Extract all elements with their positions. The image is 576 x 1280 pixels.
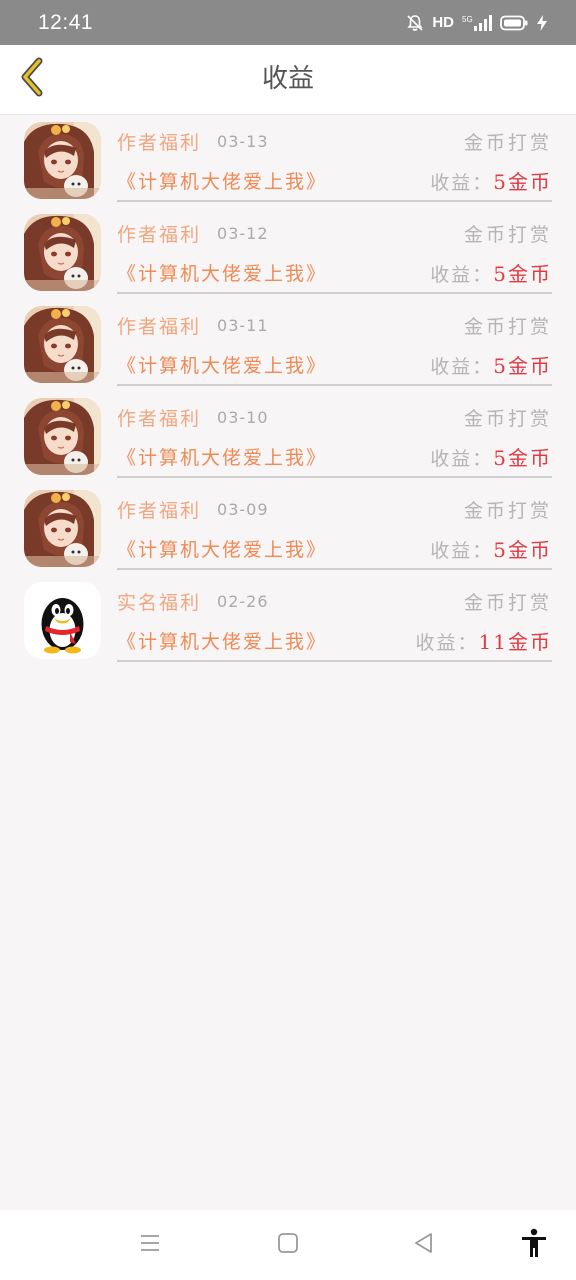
reward-type: 金币打赏 (463, 591, 552, 614)
list-item-content: 实名福利 02-26 金币打赏 《计算机大佬爱上我》 收益： 11金币 (117, 574, 552, 662)
navigation-bar (0, 1210, 576, 1280)
income-amount: 5金币 (493, 169, 552, 194)
date: 03-09 (217, 499, 269, 519)
back-nav-button[interactable] (407, 1228, 441, 1262)
list-item-content: 作者福利 03-12 金币打赏 《计算机大佬爱上我》 收益： 5金币 (117, 206, 552, 294)
anime-girl-avatar (24, 490, 101, 567)
list-item[interactable]: 实名福利 02-26 金币打赏 《计算机大佬爱上我》 收益： 11金币 (0, 574, 576, 666)
reward-type: 金币打赏 (463, 315, 552, 338)
list-item-content: 作者福利 03-09 金币打赏 《计算机大佬爱上我》 收益： 5金币 (117, 482, 552, 570)
income-label: 收益： (430, 447, 494, 470)
benefit-type: 实名福利 (117, 591, 202, 614)
income-label: 收益： (430, 171, 494, 194)
list-item[interactable]: 作者福利 03-10 金币打赏 《计算机大佬爱上我》 收益： 5金币 (0, 390, 576, 482)
benefit-type: 作者福利 (117, 315, 202, 338)
status-time: 12:41 (38, 10, 94, 34)
anime-girl-avatar (24, 122, 101, 199)
page-title: 收益 (261, 64, 314, 94)
menu-button[interactable] (133, 1228, 167, 1262)
income-amount: 5金币 (493, 445, 552, 470)
avatar (24, 214, 101, 291)
income-amount: 5金币 (493, 537, 552, 562)
list-item-content: 作者福利 03-13 金币打赏 《计算机大佬爱上我》 收益： 5金币 (117, 114, 552, 202)
avatar (24, 582, 101, 659)
bell-mute-icon (406, 14, 424, 32)
income-amount: 5金币 (493, 353, 552, 378)
status-icons: HD 5G (406, 14, 548, 32)
list-item[interactable]: 作者福利 03-11 金币打赏 《计算机大佬爱上我》 收益： 5金币 (0, 298, 576, 390)
reward-type: 金币打赏 (463, 499, 552, 522)
income-label: 收益： (430, 355, 494, 378)
date: 03-11 (217, 315, 269, 335)
anime-girl-avatar (24, 306, 101, 383)
status-bar: 12:41 HD 5G (0, 0, 576, 45)
list-item-content: 作者福利 03-11 金币打赏 《计算机大佬爱上我》 收益： 5金币 (117, 298, 552, 386)
book-title: 《计算机大佬爱上我》 (117, 446, 328, 469)
reward-type: 金币打赏 (463, 407, 552, 430)
list-item-content: 作者福利 03-10 金币打赏 《计算机大佬爱上我》 收益： 5金币 (117, 390, 552, 478)
anime-girl-avatar (24, 214, 101, 291)
date: 03-13 (217, 131, 269, 151)
avatar (24, 306, 101, 383)
book-title: 《计算机大佬爱上我》 (117, 354, 328, 377)
book-title: 《计算机大佬爱上我》 (117, 262, 328, 285)
avatar (24, 122, 101, 199)
accessibility-icon (520, 1228, 548, 1262)
date: 03-10 (217, 407, 269, 427)
home-button[interactable] (271, 1228, 305, 1262)
battery-icon (500, 15, 528, 31)
income-amount: 11金币 (478, 629, 552, 654)
home-icon (276, 1231, 300, 1259)
accessibility-button[interactable] (517, 1228, 551, 1262)
income-label: 收益： (415, 631, 479, 654)
income-label: 收益： (430, 539, 494, 562)
reward-type: 金币打赏 (463, 131, 552, 154)
benefit-type: 作者福利 (117, 499, 202, 522)
list-item[interactable]: 作者福利 03-13 金币打赏 《计算机大佬爱上我》 收益： 5金币 (0, 114, 576, 206)
avatar (24, 398, 101, 475)
book-title: 《计算机大佬爱上我》 (117, 538, 328, 561)
svg-text:5G: 5G (462, 15, 473, 24)
book-title: 《计算机大佬爱上我》 (117, 630, 328, 653)
benefit-type: 作者福利 (117, 407, 202, 430)
income-amount: 5金币 (493, 261, 552, 286)
reward-type: 金币打赏 (463, 223, 552, 246)
anime-girl-avatar (24, 398, 101, 475)
income-list: 作者福利 03-13 金币打赏 《计算机大佬爱上我》 收益： 5金币 作者福利 … (0, 114, 576, 666)
date: 02-26 (217, 591, 269, 611)
qq-penguin-avatar (24, 582, 101, 659)
benefit-type: 作者福利 (117, 131, 202, 154)
avatar (24, 490, 101, 567)
menu-icon (138, 1231, 162, 1259)
income-label: 收益： (430, 263, 494, 286)
signal-icon: 5G (462, 14, 492, 32)
benefit-type: 作者福利 (117, 223, 202, 246)
charging-icon (536, 14, 548, 32)
date: 03-12 (217, 223, 269, 243)
header: 收益 (0, 45, 576, 115)
hd-label: HD (432, 14, 454, 31)
list-item[interactable]: 作者福利 03-12 金币打赏 《计算机大佬爱上我》 收益： 5金币 (0, 206, 576, 298)
back-triangle-icon (412, 1231, 436, 1259)
book-title: 《计算机大佬爱上我》 (117, 170, 328, 193)
list-item[interactable]: 作者福利 03-09 金币打赏 《计算机大佬爱上我》 收益： 5金币 (0, 482, 576, 574)
